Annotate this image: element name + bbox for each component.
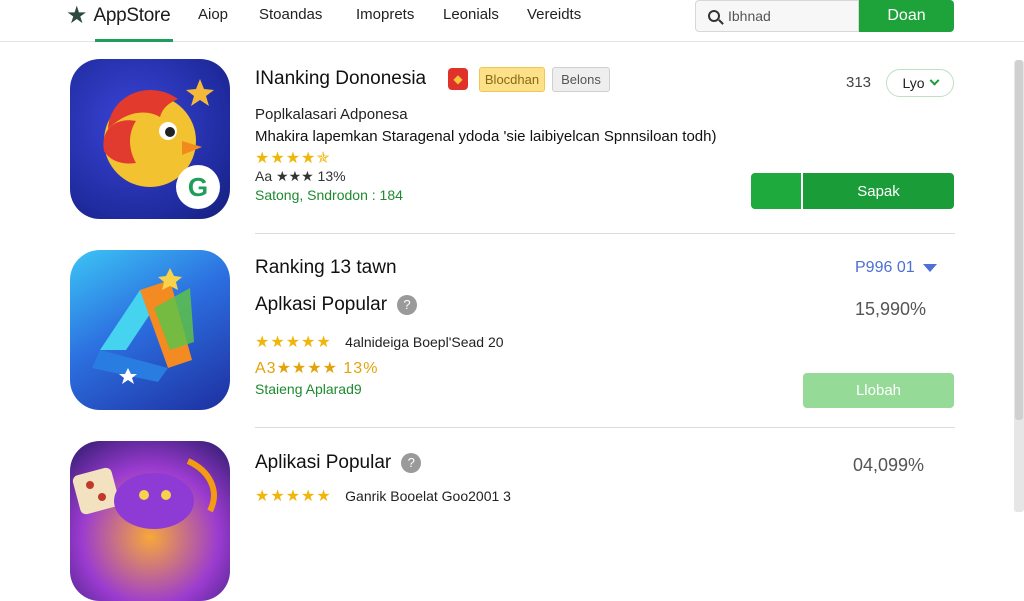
- rank-count: 313: [846, 74, 872, 91]
- select-value: Lyo: [902, 75, 925, 91]
- tag-badge-yellow[interactable]: Blocdhan: [479, 67, 545, 92]
- award-badge-icon: ◆: [448, 68, 468, 90]
- bird-icon: G: [103, 79, 220, 209]
- rating-line-1: Aa ★★★ 13%: [255, 168, 346, 184]
- meta-line-2: Staieng Aplarad9: [255, 381, 362, 397]
- rating-line-2: A3★★★★ 13%: [255, 360, 379, 377]
- percent-value-2: 15,990%: [855, 299, 927, 319]
- star-logo-icon: ★: [66, 2, 88, 29]
- app-title-2[interactable]: Ranking 13 tawn: [255, 257, 397, 279]
- search-button[interactable]: Doan: [859, 0, 954, 32]
- app-icon-bird[interactable]: G: [70, 59, 230, 219]
- nav-item-vereidts[interactable]: Vereidts: [527, 6, 581, 23]
- app-icon-game[interactable]: [70, 441, 230, 601]
- nav-item-imoprets[interactable]: Imoprets: [356, 6, 414, 23]
- dice-game-icon: [72, 458, 217, 529]
- app-title-3-text: Aplikasi Popular: [255, 452, 392, 473]
- svg-text:G: G: [188, 172, 208, 202]
- percent-value-3: 04,099%: [853, 455, 925, 475]
- app-store-logo[interactable]: ★ AppStore: [66, 2, 171, 29]
- sort-select[interactable]: Lyo: [886, 69, 954, 97]
- tag-badge-grey[interactable]: Belons: [552, 67, 610, 92]
- stars-2: ★★★★★: [255, 334, 332, 351]
- search-input[interactable]: Ibhnad: [695, 0, 859, 32]
- star-rating-2: ★★★★★ 4alnideiga Boepl'Sead 20: [255, 332, 504, 352]
- top-bar: ★ AppStore Aiop Stoandas Imoprets Leonia…: [0, 0, 1024, 42]
- star-rating-1: ★★★★✯: [255, 150, 331, 167]
- row-divider: [255, 233, 955, 234]
- app-subtitle-1: Poplkalasari Adponesa: [255, 106, 408, 123]
- chevron-down-icon: [929, 75, 939, 86]
- star-rating-3: ★★★★★ Ganrik Booelat Goo2001 3: [255, 486, 511, 506]
- app-subtitle-2: Aplkasi Popular?: [255, 294, 418, 316]
- get-button-1[interactable]: Sapak: [803, 173, 954, 209]
- app-title-3[interactable]: Aplikasi Popular?: [255, 452, 422, 474]
- price-value: P996 01: [855, 259, 915, 276]
- caret-down-icon: [922, 264, 937, 272]
- help-icon[interactable]: ?: [401, 452, 422, 473]
- meta-line-1: Satong, Sndrodon : 184: [255, 187, 403, 203]
- help-icon[interactable]: ?: [397, 294, 418, 315]
- price-tag[interactable]: P996 01: [855, 259, 937, 277]
- nav-item-stoandas[interactable]: Stoandas: [259, 6, 322, 23]
- stars-note-3: Ganrik Booelat Goo2001 3: [345, 488, 511, 504]
- row-divider: [255, 427, 955, 428]
- app-title: AppStore: [93, 5, 171, 26]
- get-button-2[interactable]: Llobah: [803, 373, 954, 408]
- stars-note-2: 4alnideiga Boepl'Sead 20: [345, 334, 504, 350]
- stars-3: ★★★★★: [255, 488, 332, 505]
- app-description-1: Mhakira lapemkan Staragenal ydoda 'sie l…: [255, 128, 717, 145]
- active-tab-underline: [95, 39, 173, 42]
- nav-item-aiop[interactable]: Aiop: [198, 6, 228, 23]
- triangle-logo-icon: [92, 268, 194, 384]
- search-value: Ibhnad: [728, 8, 771, 24]
- search-icon: [708, 10, 720, 22]
- app-title-1[interactable]: INanking Dononesia: [255, 68, 426, 90]
- app-icon-triangle[interactable]: [70, 250, 230, 410]
- app-subtitle-2-text: Aplkasi Popular: [255, 294, 388, 315]
- secondary-action-button[interactable]: [751, 173, 801, 209]
- scrollbar-thumb[interactable]: [1015, 60, 1023, 420]
- nav-item-leonials[interactable]: Leonials: [443, 6, 499, 23]
